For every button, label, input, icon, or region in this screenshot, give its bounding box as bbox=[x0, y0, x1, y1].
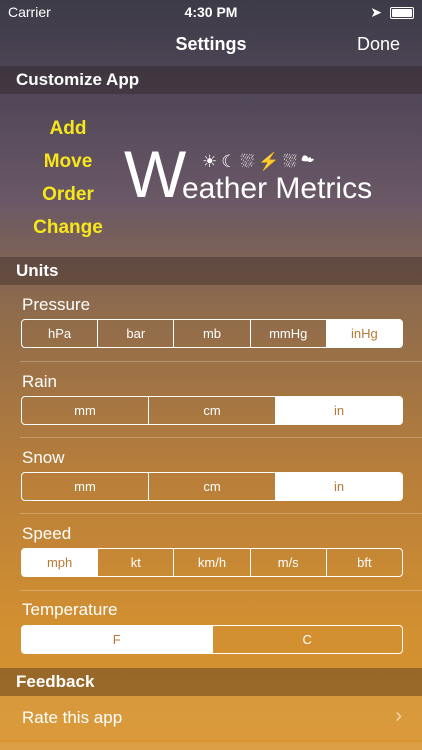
snow-option[interactable]: in bbox=[275, 473, 402, 500]
navigation-bar: Settings Done bbox=[0, 24, 422, 66]
speed-option[interactable]: mph bbox=[22, 549, 98, 576]
pressure-option[interactable]: hPa bbox=[22, 320, 97, 347]
speed-label: Speed bbox=[22, 524, 72, 543]
pressure-option[interactable]: inHg bbox=[325, 320, 402, 347]
rain-option[interactable]: mm bbox=[22, 397, 148, 424]
speed-option[interactable]: kt bbox=[97, 549, 173, 576]
rain-option[interactable]: in bbox=[275, 397, 402, 424]
pressure-option[interactable]: bar bbox=[97, 320, 173, 347]
weather-icons: ☀☾⛆⚡⛆☁ bbox=[202, 152, 319, 171]
status-bar: Carrier 4:30 PM ➤ bbox=[0, 0, 422, 24]
customize-actions: Add Move Order Change bbox=[28, 112, 108, 244]
next-row-peek bbox=[0, 742, 422, 750]
rain-segmented-control: mm cm in bbox=[21, 396, 403, 425]
customize-panel[interactable]: Add Move Order Change W ☀☾⛆⚡⛆☁ eather Me… bbox=[0, 94, 422, 256]
section-title: Customize App bbox=[16, 70, 140, 89]
pressure-label: Pressure bbox=[22, 295, 91, 314]
speed-option[interactable]: bft bbox=[325, 549, 402, 576]
status-icons: ➤ bbox=[370, 4, 414, 21]
snow-segmented-control: mm cm in bbox=[21, 472, 403, 501]
section-header-feedback: Feedback bbox=[0, 668, 422, 696]
divider bbox=[20, 437, 422, 438]
done-button[interactable]: Done bbox=[357, 34, 400, 55]
logo-text: eather Metrics bbox=[182, 172, 373, 205]
rain-option[interactable]: cm bbox=[148, 397, 275, 424]
action-change: Change bbox=[33, 217, 103, 238]
app-logo: W ☀☾⛆⚡⛆☁ eather Metrics bbox=[124, 137, 414, 212]
divider bbox=[20, 361, 422, 362]
action-order: Order bbox=[42, 184, 94, 205]
snow-option[interactable]: cm bbox=[148, 473, 275, 500]
action-move: Move bbox=[43, 151, 93, 172]
snow-label: Snow bbox=[22, 448, 65, 467]
battery-icon bbox=[390, 6, 414, 19]
temperature-option[interactable]: C bbox=[211, 626, 403, 653]
rate-app-row[interactable]: Rate this app › bbox=[0, 696, 422, 740]
divider bbox=[20, 513, 422, 514]
temperature-label: Temperature bbox=[22, 600, 118, 619]
divider bbox=[20, 590, 422, 591]
logo-letter: W bbox=[124, 137, 187, 211]
section-title: Units bbox=[16, 261, 59, 280]
speed-option[interactable]: km/h bbox=[173, 549, 249, 576]
clock: 4:30 PM bbox=[184, 4, 238, 20]
section-title: Feedback bbox=[16, 672, 95, 691]
chevron-right-icon: › bbox=[395, 705, 402, 727]
pressure-option[interactable]: mmHg bbox=[249, 320, 326, 347]
rate-app-label: Rate this app bbox=[22, 708, 123, 727]
pressure-option[interactable]: mb bbox=[173, 320, 249, 347]
section-header-customize: Customize App bbox=[0, 66, 422, 94]
rain-label: Rain bbox=[22, 372, 57, 391]
action-add: Add bbox=[49, 118, 87, 139]
location-icon: ➤ bbox=[370, 4, 382, 20]
temperature-segmented-control: FC bbox=[21, 625, 403, 654]
speed-segmented-control: mph kt km/h m/s bft bbox=[21, 548, 403, 577]
section-header-units: Units bbox=[0, 257, 422, 285]
pressure-segmented-control: hPa bar mb mmHg inHg bbox=[21, 319, 403, 348]
snow-option[interactable]: mm bbox=[22, 473, 148, 500]
temperature-option[interactable]: F bbox=[22, 626, 212, 653]
speed-option[interactable]: m/s bbox=[249, 549, 326, 576]
